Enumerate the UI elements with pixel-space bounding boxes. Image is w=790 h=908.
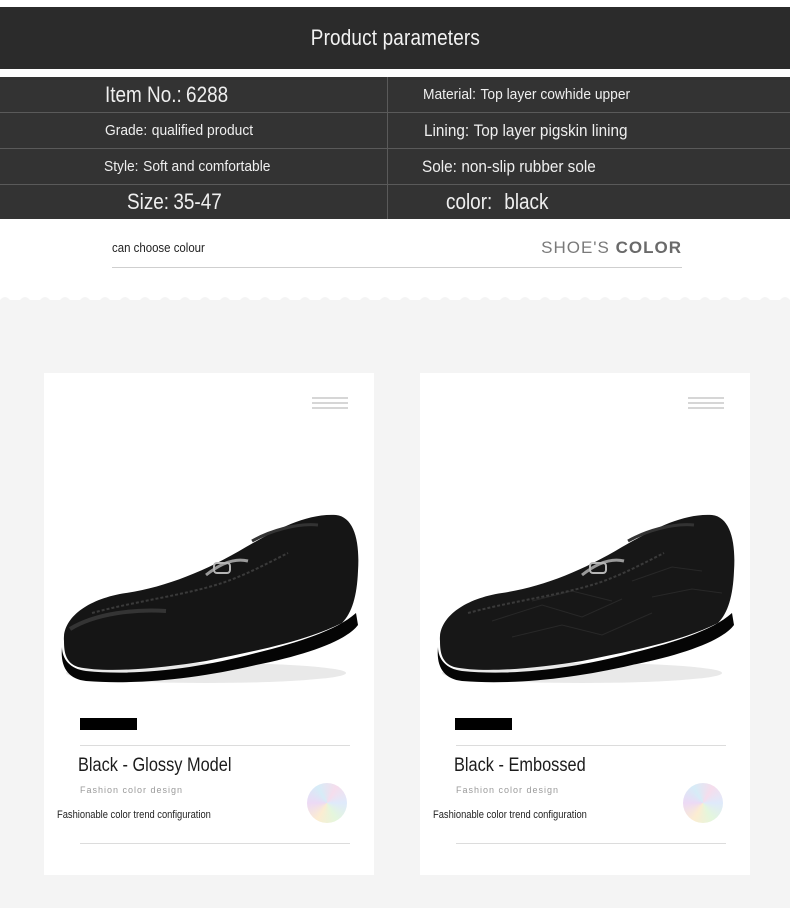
lining: Lining: Top layer pigskin lining	[424, 113, 628, 148]
material-value: Top layer cowhide upper	[480, 86, 631, 103]
param-row: Size: 35-47 color: black	[0, 185, 790, 219]
divider	[80, 843, 350, 844]
size: Size: 35-47	[127, 185, 222, 219]
sole-label: Sole:	[422, 156, 457, 176]
divider	[80, 745, 350, 746]
black-loafer-glossy-image	[61, 514, 359, 683]
model-name: Black - Glossy Model	[78, 755, 232, 776]
item-number: Item No.: 6288	[105, 77, 228, 112]
size-label: Size:	[127, 189, 170, 214]
material-label: Material:	[423, 86, 476, 103]
shoes-color-heading: SHOE'S COLOR	[541, 238, 682, 258]
grade-label: Grade:	[105, 122, 148, 139]
divider	[456, 745, 726, 746]
color-card-embossed[interactable]: Black - Embossed Fashion color design Fa…	[420, 373, 750, 875]
color-card-glossy[interactable]: Black - Glossy Model Fashion color desig…	[44, 373, 374, 875]
product-parameters-banner: Product parameters	[0, 7, 790, 69]
material: Material: Top layer cowhide upper	[423, 77, 630, 112]
parameters-table: Item No.: 6288 Material: Top layer cowhi…	[0, 77, 790, 219]
black-loafer-embossed-image	[437, 514, 735, 683]
sole: Sole: non-slip rubber sole	[422, 149, 596, 184]
item-number-label: Item No.:	[105, 81, 182, 107]
menu-lines-icon	[312, 395, 348, 411]
color-label: color:	[446, 189, 493, 214]
trend-text: Fashionable color trend configuration	[433, 809, 587, 821]
lining-value: Top layer pigskin lining	[473, 120, 628, 140]
size-value: 35-47	[173, 189, 222, 214]
holographic-badge-icon	[307, 783, 347, 823]
tagline: Fashion color design	[80, 785, 184, 795]
style-label: Style:	[104, 158, 139, 175]
sole-value: non-slip rubber sole	[461, 156, 596, 176]
item-number-value: 6288	[186, 81, 229, 107]
param-row: Item No.: 6288 Material: Top layer cowhi…	[0, 77, 790, 112]
color: color: black	[446, 185, 548, 219]
menu-lines-icon	[688, 395, 724, 411]
tagline: Fashion color design	[456, 785, 560, 795]
param-row: Style: Soft and comfortable Sole: non-sl…	[0, 149, 790, 184]
choose-colour-text: can choose colour	[112, 240, 205, 255]
trend-text: Fashionable color trend configuration	[57, 809, 211, 821]
divider	[456, 843, 726, 844]
grade-value: qualified product	[151, 122, 254, 139]
banner-title: Product parameters	[310, 25, 480, 50]
black-swatch-bar	[80, 718, 137, 730]
param-row: Grade: qualified product Lining: Top lay…	[0, 113, 790, 148]
style-value: Soft and comfortable	[143, 158, 271, 175]
lining-label: Lining:	[424, 120, 470, 140]
black-swatch-bar	[455, 718, 512, 730]
shoes-color-header: can choose colour SHOE'S COLOR	[112, 236, 682, 268]
style: Style: Soft and comfortable	[104, 149, 270, 184]
grade: Grade: qualified product	[105, 113, 253, 148]
color-value: black	[504, 189, 549, 214]
heading-bold: COLOR	[615, 238, 682, 257]
heading-light: SHOE'S	[541, 238, 610, 257]
model-name: Black - Embossed	[454, 755, 586, 776]
holographic-badge-icon	[683, 783, 723, 823]
